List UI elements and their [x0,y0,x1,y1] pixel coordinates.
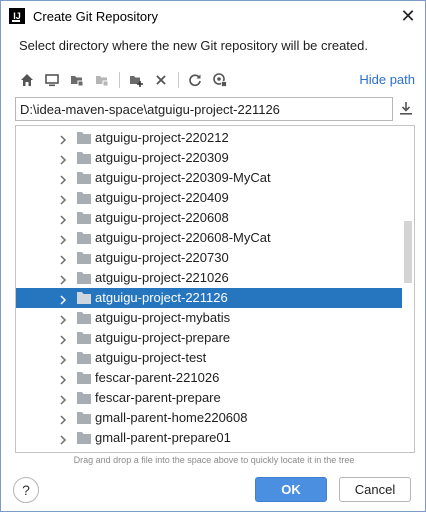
chevron-right-icon[interactable] [58,293,68,305]
drag-drop-hint: Drag and drop a file into the space abov… [73,455,355,465]
tree-row-label: atguigu-project-220409 [95,190,229,205]
chevron-right-icon[interactable] [58,273,68,285]
folder-icon [76,391,92,405]
tree-row[interactable]: fescar-parent-221026 [16,368,402,388]
tree-row-label: fescar-parent-221026 [95,370,220,385]
folder-icon [76,411,92,425]
dialog-description: Select directory where the new Git repos… [19,38,368,53]
dialog-title: Create Git Repository [33,8,158,24]
file-chooser-toolbar: Hide path [15,67,415,93]
chevron-right-icon[interactable] [58,373,68,385]
title-bar: IJ Create Git Repository ✕ [1,1,425,31]
tree-row[interactable]: atguigu-project-221026 [16,268,402,288]
tree-row-label: atguigu-project-220608 [95,210,229,225]
tree-row-label: atguigu-project-221126 [95,290,228,305]
hide-path-link[interactable]: Hide path [359,72,415,87]
tree-row-label: gmall-parent-home220608 [95,410,248,425]
tree-row-label: atguigu-project-220608-MyCat [95,230,271,245]
cancel-button[interactable]: Cancel [339,477,411,502]
folder-icon [76,331,92,345]
chevron-right-icon[interactable] [58,393,68,405]
tree-scrollbar[interactable] [404,221,412,283]
folder-icon [76,271,92,285]
chevron-right-icon[interactable] [58,193,68,205]
tree-row[interactable]: atguigu-project-220409 [16,188,402,208]
tree-row-label: gmall-parent-prepare01 [95,430,231,445]
project-folder-icon[interactable] [65,68,89,92]
tree-row[interactable]: fescar-parent-prepare [16,388,402,408]
folder-icon [76,291,92,305]
chevron-right-icon[interactable] [58,133,68,145]
toolbar-separator [178,72,179,88]
folder-icon [76,351,92,365]
home-icon[interactable] [15,68,39,92]
chevron-right-icon[interactable] [58,173,68,185]
help-button[interactable]: ? [13,477,39,503]
folder-icon [76,191,92,205]
path-input[interactable] [15,97,393,121]
folder-icon [76,211,92,225]
tree-row-label: atguigu-project-221026 [95,270,229,285]
tree-row-label: atguigu-project-mybatis [95,310,231,325]
new-folder-icon[interactable] [124,68,148,92]
tree-row-label: atguigu-project-prepare [95,330,231,345]
delete-icon[interactable] [149,68,173,92]
chevron-right-icon[interactable] [58,253,68,265]
chevron-right-icon[interactable] [58,153,68,165]
tree-row-label: atguigu-project-220730 [95,250,229,265]
tree-row[interactable]: atguigu-project-test [16,348,402,368]
chevron-right-icon[interactable] [58,213,68,225]
directory-tree[interactable]: atguigu-project-220212 atguigu-project-22… [15,125,415,453]
module-folder-icon[interactable] [90,68,114,92]
tree-row[interactable]: atguigu-project-220309 [16,148,402,168]
folder-icon [76,171,92,185]
folder-icon [76,151,92,165]
create-git-repository-dialog: IJ Create Git Repository ✕ Select direct… [0,0,426,512]
folder-icon [76,311,92,325]
tree-row[interactable]: atguigu-project-prepare [16,328,402,348]
close-button[interactable]: ✕ [397,5,419,27]
desktop-icon[interactable] [40,68,64,92]
tree-row[interactable]: atguigu-project-220608-MyCat [16,228,402,248]
tree-row[interactable]: gmall-parent-home220608 [16,408,402,428]
folder-icon [76,431,92,445]
tree-row-label: fescar-parent-prepare [95,390,221,405]
tree-row-label: atguigu-project-220212 [95,130,229,145]
folder-icon [76,371,92,385]
chevron-right-icon[interactable] [58,333,68,345]
ok-button[interactable]: OK [255,477,327,502]
chevron-right-icon[interactable] [58,413,68,425]
tree-row[interactable]: gmall-parent-prepare01 [16,428,402,448]
chevron-right-icon[interactable] [58,433,68,445]
folder-icon [76,251,92,265]
download-icon[interactable] [397,99,415,117]
show-hidden-icon[interactable] [208,68,232,92]
toolbar-separator [119,72,120,88]
tree-row[interactable]: atguigu-project-221126 [16,288,402,308]
tree-row[interactable]: atguigu-project-220730 [16,248,402,268]
tree-row[interactable]: atguigu-project-220212 [16,128,402,148]
tree-row-label: atguigu-project-test [95,350,207,365]
intellij-app-icon: IJ [9,8,25,24]
chevron-right-icon[interactable] [58,233,68,245]
chevron-right-icon[interactable] [58,353,68,365]
path-row [15,97,417,121]
tree-row-label: atguigu-project-220309-MyCat [95,170,271,185]
folder-icon [76,131,92,145]
tree-row-label: atguigu-project-220309 [95,150,229,165]
folder-icon [76,231,92,245]
tree-row[interactable]: atguigu-project-220608 [16,208,402,228]
tree-row[interactable]: atguigu-project-220309-MyCat [16,168,402,188]
tree-row[interactable]: atguigu-project-mybatis [16,308,402,328]
chevron-right-icon[interactable] [58,313,68,325]
refresh-icon[interactable] [183,68,207,92]
